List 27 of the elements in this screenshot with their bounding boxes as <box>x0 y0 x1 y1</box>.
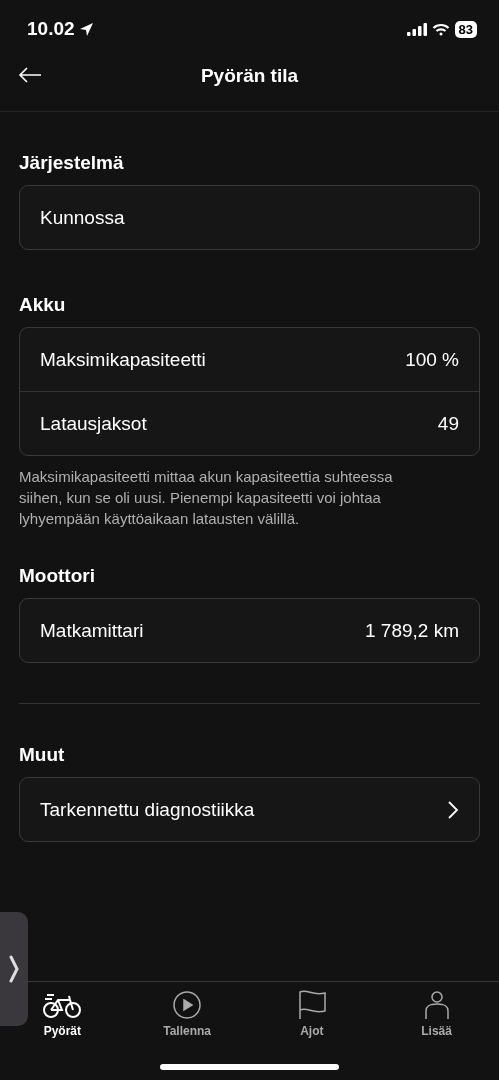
row-value: 49 <box>437 412 459 435</box>
row-label: Maksimikapasiteetti <box>40 348 206 371</box>
row-label: Matkamittari <box>40 619 144 642</box>
tab-item[interactable]: Ajot <box>291 990 332 1044</box>
section-title: Järjestelmä <box>19 152 125 174</box>
back-arrow-icon[interactable] <box>18 66 42 84</box>
screen-title: Pyörän tila <box>200 64 299 87</box>
tab-item[interactable]: Pyörät <box>42 990 83 1044</box>
tab-item[interactable]: Tallenna <box>163 990 211 1044</box>
side-drawer-handle[interactable] <box>0 912 28 1026</box>
row-value: 100 % <box>405 348 459 371</box>
wifi-icon <box>431 22 450 36</box>
signal-icon <box>406 22 427 36</box>
chevron-icon <box>447 799 459 820</box>
section-title: Akku <box>19 294 67 316</box>
row-value: 1 789,2 km <box>365 619 459 642</box>
battery-note: Maksimikapasiteetti mittaa akun kapasiteettia suhteessa siihen, kun se oli uusi. Pienempi kapasiteetti voi johtaa lyhyempään käyttöaikaan latausten välillä. <box>19 467 394 529</box>
row-label: Kunnossa <box>40 206 125 229</box>
status-time: 10.02 <box>27 18 75 40</box>
diagnostics-row[interactable]: Tarkennettu diagnostiikka <box>20 778 479 841</box>
chevron-icon <box>9 954 19 984</box>
section-title: Muut <box>19 744 66 766</box>
location-arrow-icon <box>78 21 94 37</box>
section-title: Moottori <box>19 565 96 587</box>
tab-item[interactable]: Lisää <box>416 990 457 1044</box>
row-label: Latausjaksot <box>40 412 147 435</box>
battery-level: 83 <box>454 20 477 38</box>
